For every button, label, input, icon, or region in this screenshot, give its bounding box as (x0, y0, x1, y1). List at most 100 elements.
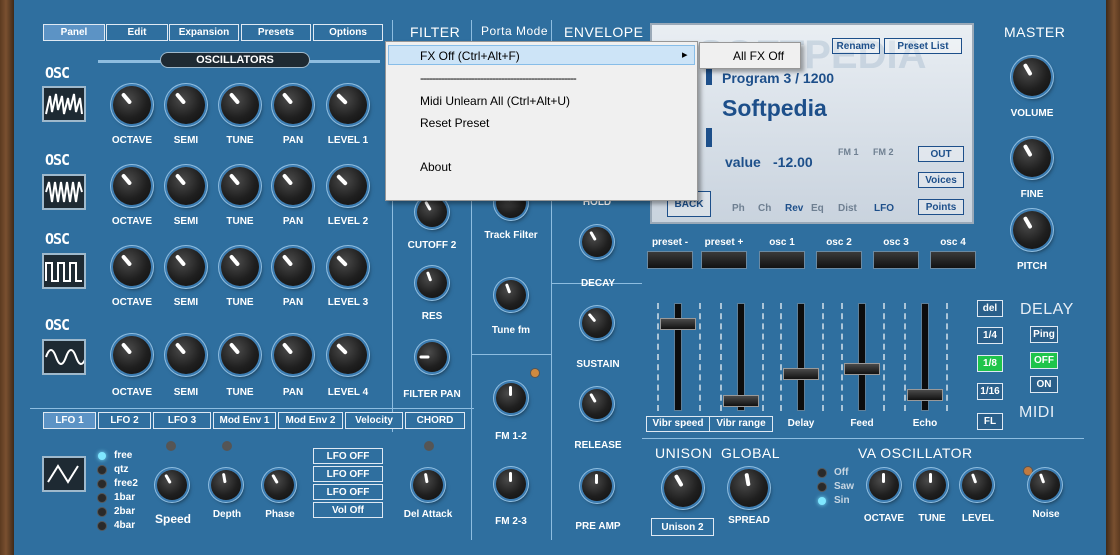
tab-edit[interactable]: Edit (106, 24, 168, 41)
osc1-knob-pan[interactable] (274, 86, 312, 124)
delay-off-button[interactable]: OFF (1030, 352, 1058, 369)
menu-item-about[interactable]: About (420, 160, 451, 174)
voices-button[interactable]: Voices (918, 172, 964, 188)
va-wave-sin-led[interactable] (818, 497, 826, 505)
osc4-knob-octave[interactable] (113, 336, 151, 374)
tab-mod-env2[interactable]: Mod Env 2 (278, 412, 343, 429)
unison-voices-button[interactable]: Unison 2 (651, 518, 714, 536)
osc1-knob-tune[interactable] (221, 86, 259, 124)
delay-del-button[interactable]: del (977, 300, 1003, 317)
lfo-off-button-3[interactable]: LFO OFF (313, 484, 383, 500)
lfo-mode-led[interactable] (98, 522, 106, 530)
lfo-depth-knob[interactable] (211, 470, 241, 500)
osc1-knob-level[interactable] (329, 86, 367, 124)
va-tune-knob[interactable] (916, 470, 946, 500)
pad-2[interactable] (759, 251, 805, 269)
osc-1-wave-display[interactable] (42, 86, 86, 122)
osc4-knob-level[interactable] (329, 336, 367, 374)
filter-pan-knob[interactable] (417, 342, 447, 372)
res-knob[interactable] (417, 268, 447, 298)
tune-fm-knob[interactable] (496, 280, 526, 310)
slider-handle[interactable] (783, 368, 819, 381)
out-button[interactable]: OUT (918, 146, 964, 162)
preset-list-button[interactable]: Preset List (884, 38, 962, 54)
pre-amp-knob[interactable] (582, 471, 612, 501)
delay-sixteenth-button[interactable]: 1/16 (977, 383, 1003, 400)
pad-5[interactable] (930, 251, 976, 269)
osc2-knob-pan[interactable] (274, 167, 312, 205)
tab-lfo3[interactable]: LFO 3 (153, 412, 211, 429)
release-knob[interactable] (582, 389, 612, 419)
slider-handle[interactable] (907, 389, 943, 402)
delay-on-button[interactable]: ON (1030, 376, 1058, 393)
menu-item-reset-preset[interactable]: Reset Preset (420, 116, 489, 130)
rename-button[interactable]: Rename (832, 38, 880, 54)
osc2-knob-semi[interactable] (167, 167, 205, 205)
pad-4[interactable] (873, 251, 919, 269)
osc2-knob-level[interactable] (329, 167, 367, 205)
ping-button[interactable]: Ping (1030, 326, 1058, 343)
tab-velocity[interactable]: Velocity (345, 412, 403, 429)
lcd-tab-ph[interactable]: Ph (732, 203, 745, 214)
osc2-knob-octave[interactable] (113, 167, 151, 205)
fm23-knob[interactable] (496, 469, 526, 499)
lfo-phase-knob[interactable] (264, 470, 294, 500)
delay-fl-button[interactable]: FL (977, 413, 1003, 430)
osc-2-wave-display[interactable] (42, 174, 86, 210)
lcd-tab-dist[interactable]: Dist (838, 203, 857, 214)
tab-lfo1[interactable]: LFO 1 (43, 412, 96, 429)
slider-handle[interactable] (723, 395, 759, 408)
points-button[interactable]: Points (918, 199, 964, 215)
osc2-knob-tune[interactable] (221, 167, 259, 205)
lfo-mode-led[interactable] (98, 508, 106, 516)
slider-handle[interactable] (660, 318, 696, 331)
va-level-knob[interactable] (962, 470, 992, 500)
tab-presets[interactable]: Presets (241, 24, 311, 41)
sustain-knob[interactable] (582, 308, 612, 338)
lcd-tab-rev[interactable]: Rev (785, 203, 803, 214)
lfo-off-button-1[interactable]: LFO OFF (313, 448, 383, 464)
pitch-knob[interactable] (1013, 211, 1051, 249)
vol-off-button[interactable]: Vol Off (313, 502, 383, 518)
lfo-speed-knob[interactable] (157, 470, 187, 500)
osc3-knob-pan[interactable] (274, 248, 312, 286)
lfo-mode-led[interactable] (98, 480, 106, 488)
lfo-mode-led[interactable] (98, 494, 106, 502)
fine-knob[interactable] (1013, 139, 1051, 177)
osc-4-wave-display[interactable] (42, 339, 87, 375)
osc4-knob-pan[interactable] (274, 336, 312, 374)
del-attack-knob[interactable] (413, 470, 443, 500)
menu-item-fx-off[interactable]: FX Off (Ctrl+Alt+F) (420, 49, 520, 63)
delay-eighth-button[interactable]: 1/8 (977, 355, 1003, 372)
va-octave-knob[interactable] (869, 470, 899, 500)
tab-options[interactable]: Options (313, 24, 383, 41)
osc3-knob-level[interactable] (329, 248, 367, 286)
va-wave-saw-led[interactable] (818, 483, 826, 491)
va-wave-off-led[interactable] (818, 469, 826, 477)
lfo-mode-led[interactable] (98, 466, 106, 474)
unison-knob[interactable] (664, 469, 702, 507)
volume-knob[interactable] (1013, 58, 1051, 96)
tab-expansion[interactable]: Expansion (169, 24, 239, 41)
lfo-off-button-2[interactable]: LFO OFF (313, 466, 383, 482)
osc-3-wave-display[interactable] (42, 253, 86, 289)
lcd-tab-ch[interactable]: Ch (758, 203, 771, 214)
osc3-knob-tune[interactable] (221, 248, 259, 286)
tab-panel[interactable]: Panel (43, 24, 105, 41)
cutoff2-knob[interactable] (417, 197, 447, 227)
delay-quarter-button[interactable]: 1/4 (977, 327, 1003, 344)
spread-knob[interactable] (730, 469, 768, 507)
tab-mod-env1[interactable]: Mod Env 1 (213, 412, 276, 429)
noise-knob[interactable] (1030, 470, 1060, 500)
pad-3[interactable] (816, 251, 862, 269)
pad-1[interactable] (701, 251, 747, 269)
lfo-mode-led[interactable] (98, 452, 106, 460)
osc1-knob-octave[interactable] (113, 86, 151, 124)
lcd-tab-lfo[interactable]: LFO (874, 203, 894, 214)
lfo-wave-display[interactable] (42, 456, 86, 492)
osc4-knob-semi[interactable] (167, 336, 205, 374)
menu-item-midi-unlearn[interactable]: Midi Unlearn All (Ctrl+Alt+U) (420, 94, 570, 108)
osc3-knob-semi[interactable] (167, 248, 205, 286)
fm12-knob[interactable] (496, 383, 526, 413)
osc3-knob-octave[interactable] (113, 248, 151, 286)
